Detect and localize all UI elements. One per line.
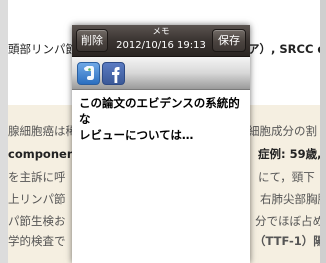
case-label: 症例 bbox=[258, 147, 281, 161]
delete-button[interactable]: 削除 bbox=[76, 29, 108, 52]
article-line-1-left: 頭部リンパ節 bbox=[8, 42, 77, 56]
memo-popup: 削除 メモ 2012/10/16 19:13 保存 この論文のエビデンスの系統的… bbox=[72, 25, 250, 263]
article-line-7-right: （TTF-1）陽性 bbox=[254, 234, 320, 248]
article-line-4-right: にて，頸下 bbox=[258, 170, 315, 184]
memo-title: メモ bbox=[152, 27, 170, 37]
case-age: : 59歳, bbox=[281, 147, 320, 161]
article-line-6-right: 分でほぼ占め bbox=[255, 214, 320, 228]
facebook-icon[interactable] bbox=[102, 62, 125, 85]
share-toolbar bbox=[72, 57, 250, 90]
facebook-glyph bbox=[112, 67, 120, 83]
article-line-6-left: パ節生検お bbox=[8, 214, 66, 228]
article-line-5-right: 右肺尖部胸膜 bbox=[260, 192, 320, 206]
memo-text[interactable]: この論文のエビデンスの系統的な レビューについては… bbox=[79, 95, 244, 143]
article-line-4-left: を主訴に呼 bbox=[8, 170, 66, 184]
evernote-glyph bbox=[84, 66, 94, 80]
article-line-7-left: 学的検査で bbox=[8, 234, 66, 248]
article-line-3-right: 症例: 59歳, bbox=[258, 147, 320, 161]
article-line-2-right: 細胞成分の割 bbox=[248, 124, 317, 138]
save-button[interactable]: 保存 bbox=[212, 29, 246, 52]
memo-header: 削除 メモ 2012/10/16 19:13 保存 bbox=[72, 25, 250, 57]
evernote-icon[interactable] bbox=[77, 62, 100, 85]
article-line-5-left: 上リンパ節 bbox=[8, 192, 66, 206]
left-frame-edge bbox=[0, 0, 8, 263]
article-line-2-left: 腺細胞癌は稀 bbox=[8, 124, 77, 138]
right-frame-edge bbox=[320, 0, 326, 263]
memo-datetime: 2012/10/16 19:13 bbox=[116, 40, 206, 51]
article-line-1-right: ア）, SRCC d bbox=[248, 42, 320, 56]
